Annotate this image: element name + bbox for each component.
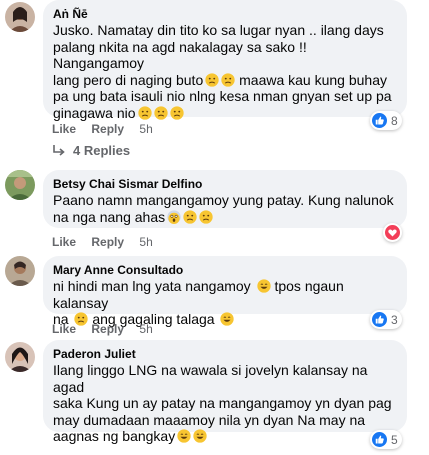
sad-face-icon <box>170 106 184 120</box>
reaction-summary[interactable]: 5 <box>370 430 402 449</box>
comment-bubble: Mary Anne Consultado ni hindi man lng ya… <box>43 256 407 327</box>
timestamp[interactable]: 5h <box>139 235 152 249</box>
reaction-summary[interactable] <box>383 223 402 242</box>
sad-face-icon <box>205 73 219 87</box>
reply-link[interactable]: Reply <box>91 322 124 336</box>
comment-line: Paano namn mangangamoy yung patay. Kung … <box>53 192 394 208</box>
like-link[interactable]: Like <box>52 235 76 249</box>
avatar[interactable] <box>5 342 35 372</box>
comment-bubble: Paderon Juliet Ilang linggo LNG na wawal… <box>43 340 407 444</box>
comment-actions: Like Reply 5h <box>52 122 165 136</box>
comment-text: Paano namn mangangamoy yung patay. Kung … <box>53 192 397 225</box>
reaction-summary[interactable]: 3 <box>370 310 402 329</box>
grinning-face-icon <box>220 312 234 326</box>
comment-line: saka Kung un ay patay na mangangamoy yn … <box>53 395 392 411</box>
sad-face-icon <box>183 210 197 224</box>
comment-line: lang pero di naging buto maawa kau kung … <box>53 71 387 88</box>
like-icon <box>372 312 387 327</box>
avatar[interactable] <box>5 170 35 200</box>
comment-text: Jusko. Namatay din tito ko sa lugar nyan… <box>53 22 397 121</box>
comment-author[interactable]: Paderon Juliet <box>53 346 397 362</box>
reaction-count: 8 <box>391 113 398 128</box>
comment-line: may dumadaan maaamoy nila yn dyan Na may… <box>53 411 366 428</box>
reaction-count: 3 <box>391 312 398 327</box>
reaction-summary[interactable]: 8 <box>370 111 402 130</box>
comment-actions: Like Reply 5h <box>52 322 165 336</box>
comment-actions: Like Reply 5h <box>52 235 165 249</box>
sad-face-icon <box>199 210 213 224</box>
comment-bubble: Betsy Chai Sismar Delfino Paano namn man… <box>43 170 407 228</box>
comment-line: aagnas ng bangkay <box>53 428 397 445</box>
reply-arrow-icon <box>53 144 65 156</box>
sad-face-icon <box>221 73 235 87</box>
grinning-face-icon <box>177 429 191 443</box>
comment-text: Ilang linggo LNG na wawala si jovelyn ka… <box>53 362 397 445</box>
comment-line: pa ung bata isauli nio nlng kesa nman gn… <box>53 88 392 104</box>
timestamp[interactable]: 5h <box>139 322 152 336</box>
like-link[interactable]: Like <box>52 122 76 136</box>
grinning-face-icon <box>257 279 271 293</box>
view-replies-link[interactable]: 4 Replies <box>52 143 130 158</box>
like-link[interactable]: Like <box>52 322 76 336</box>
reply-link[interactable]: Reply <box>91 122 124 136</box>
grinning-face-icon <box>193 429 207 443</box>
comment-bubble: Aṅ Ñē Jusko. Namatay din tito ko sa luga… <box>43 0 407 121</box>
comment-line: palang nkita na agd nakalagay sa sako !!… <box>53 38 307 72</box>
comment-text: ni hindi man lng yata nangamoy tpos ngau… <box>53 278 397 328</box>
reaction-count: 5 <box>391 432 398 447</box>
avatar[interactable] <box>5 256 35 286</box>
comment-line: ni hindi man lng yata nangamoy tpos ngau… <box>53 278 344 311</box>
avatar[interactable] <box>5 2 35 32</box>
comment-line: na nga nang ahas <box>53 209 397 226</box>
reply-link[interactable]: Reply <box>91 235 124 249</box>
replies-count: 4 Replies <box>73 143 131 158</box>
timestamp[interactable]: 5h <box>139 122 152 136</box>
screaming-face-icon <box>167 210 181 224</box>
comment-line: Ilang linggo LNG na wawala si jovelyn ka… <box>53 362 368 395</box>
like-icon <box>372 432 387 447</box>
comment-author[interactable]: Mary Anne Consultado <box>53 262 397 278</box>
love-icon <box>385 225 400 240</box>
comment-author[interactable]: Betsy Chai Sismar Delfino <box>53 176 397 192</box>
comment-line: Jusko. Namatay din tito ko sa lugar nyan… <box>53 22 384 38</box>
comment-author[interactable]: Aṅ Ñē <box>53 6 397 22</box>
sad-face-icon <box>138 106 152 120</box>
comment-line: ginagawa nio <box>53 105 397 122</box>
sad-face-icon <box>154 106 168 120</box>
like-icon <box>372 113 387 128</box>
